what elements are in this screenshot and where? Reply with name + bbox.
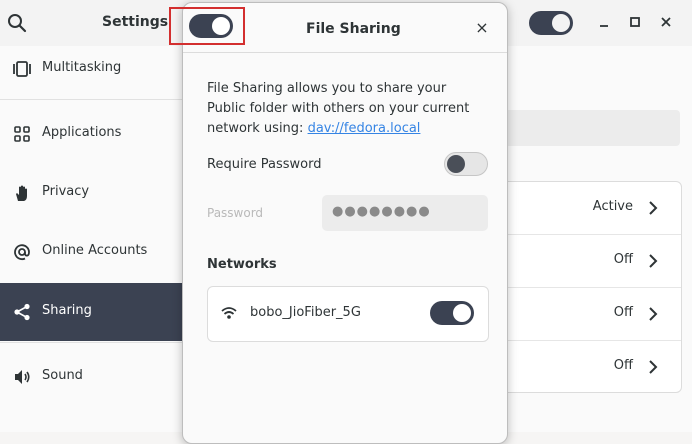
chevron-right-icon: [643, 249, 663, 273]
dialog-description: File Sharing allows you to share your Pu…: [207, 79, 487, 139]
minimize-icon[interactable]: [594, 12, 614, 32]
at-sign-icon: [12, 242, 32, 262]
require-password-label: Require Password: [207, 157, 322, 172]
sidebar-item-sound[interactable]: Sound: [0, 348, 182, 406]
sidebar: Multitasking Applications Privacy Online…: [0, 46, 183, 432]
toggle-knob: [447, 155, 465, 173]
password-value: ●●●●●●●●: [332, 204, 431, 219]
close-window-icon[interactable]: [656, 12, 676, 32]
row-status: Active: [592, 199, 633, 214]
search-icon[interactable]: [6, 12, 28, 34]
hand-icon: [12, 183, 32, 203]
sidebar-divider: [0, 342, 182, 343]
sidebar-item-label: Privacy: [42, 184, 90, 199]
password-field[interactable]: ●●●●●●●●: [322, 195, 488, 231]
sidebar-item-label: Online Accounts: [42, 243, 148, 258]
sidebar-item-online-accounts[interactable]: Online Accounts: [0, 223, 182, 281]
toggle-knob: [453, 304, 471, 322]
sidebar-divider: [0, 99, 182, 100]
row-status: Off: [613, 305, 633, 320]
row-status: Off: [613, 252, 633, 267]
dialog-header: File Sharing ×: [169, 3, 507, 53]
header-toggle[interactable]: [529, 11, 573, 35]
sidebar-item-multitasking[interactable]: Multitasking: [0, 40, 182, 98]
chevron-right-icon: [643, 355, 663, 379]
highlight-box: [169, 7, 245, 45]
toggle-knob: [552, 14, 570, 32]
sidebar-item-label: Applications: [42, 125, 122, 140]
sidebar-item-applications[interactable]: Applications: [0, 105, 182, 163]
share-icon: [12, 302, 32, 322]
close-icon[interactable]: ×: [473, 19, 491, 37]
share-address-link[interactable]: dav://fedora.local: [308, 121, 421, 136]
network-name: bobo_JioFiber_5G: [250, 305, 361, 320]
sidebar-item-sharing[interactable]: Sharing: [0, 283, 182, 341]
speaker-icon: [12, 367, 32, 387]
sidebar-item-label: Sharing: [42, 303, 92, 318]
row-status: Off: [613, 358, 633, 373]
applications-icon: [12, 124, 32, 144]
multitasking-icon: [12, 59, 32, 79]
chevron-right-icon: [643, 196, 663, 220]
dialog-title: File Sharing: [306, 21, 401, 37]
file-sharing-dialog: File Sharing × File Sharing allows you t…: [169, 2, 508, 444]
window-title: Settings: [102, 14, 169, 30]
chevron-right-icon: [643, 302, 663, 326]
settings-window: Settings Multitasking Applications Priva…: [0, 0, 692, 444]
sidebar-item-label: Sound: [42, 368, 83, 383]
require-password-toggle[interactable]: [444, 152, 488, 176]
network-toggle[interactable]: [430, 301, 474, 325]
password-label: Password: [207, 206, 264, 220]
networks-heading: Networks: [207, 257, 277, 272]
maximize-icon[interactable]: [625, 12, 645, 32]
network-row: bobo_JioFiber_5G: [207, 286, 489, 342]
wifi-icon: [220, 304, 238, 322]
sidebar-item-label: Multitasking: [42, 60, 122, 75]
sidebar-item-privacy[interactable]: Privacy: [0, 164, 182, 222]
